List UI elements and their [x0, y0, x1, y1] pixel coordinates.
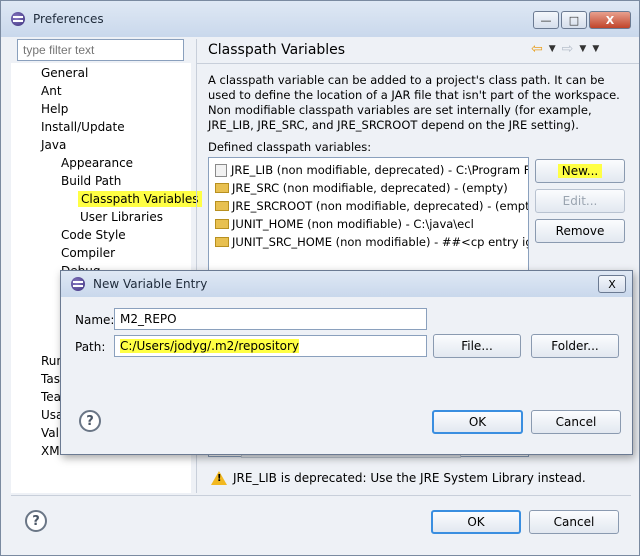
tree-item-java[interactable]: Java	[41, 138, 66, 152]
variable-label: JUNIT_SRC_HOME (non modifiable) - ##<cp …	[232, 235, 529, 249]
tree-item-compiler[interactable]: Compiler	[61, 246, 115, 260]
tree-item-team[interactable]: Tea	[41, 390, 61, 404]
defined-variables-label: Defined classpath variables:	[208, 140, 372, 154]
list-item[interactable]: JUNIT_SRC_HOME (non modifiable) - ##<cp …	[215, 233, 529, 251]
dialog-help-icon[interactable]: ?	[79, 410, 101, 432]
warning-icon: !	[211, 471, 227, 485]
tree-item-build-path[interactable]: Build Path	[61, 174, 121, 188]
page-title: Classpath Variables	[208, 42, 346, 58]
view-menu-icon[interactable]: ▼	[592, 44, 599, 54]
eclipse-icon	[71, 277, 85, 291]
warning-text: JRE_LIB is deprecated: Use the JRE Syste…	[233, 471, 586, 485]
deprecation-warning: ! JRE_LIB is deprecated: Use the JRE Sys…	[211, 471, 586, 485]
folder-icon	[215, 201, 229, 211]
dialog-cancel-button[interactable]: Cancel	[531, 410, 621, 434]
list-item[interactable]: JRE_LIB (non modifiable, deprecated) - C…	[215, 161, 529, 179]
tree-item-user-libraries[interactable]: User Libraries	[80, 210, 163, 224]
tree-item-install-update[interactable]: Install/Update	[41, 120, 125, 134]
page-navigation: ⇦ ▼ ⇨ ▼ ▼	[531, 41, 599, 57]
variable-label: JRE_SRC (non modifiable, deprecated) - (…	[232, 181, 508, 195]
window-controls: — □ X	[533, 11, 631, 29]
name-field[interactable]: M2_REPO	[114, 308, 427, 330]
cancel-button[interactable]: Cancel	[529, 510, 619, 534]
tree-item-ant[interactable]: Ant	[41, 84, 62, 98]
close-button[interactable]: X	[589, 11, 631, 29]
tree-item-code-style[interactable]: Code Style	[61, 228, 126, 242]
variable-label: JRE_LIB (non modifiable, deprecated) - C…	[231, 163, 529, 177]
footer-divider	[11, 495, 631, 496]
window-title: Preferences	[33, 12, 104, 26]
file-button[interactable]: File...	[433, 334, 521, 358]
dialog-title: New Variable Entry	[93, 277, 208, 291]
minimize-button[interactable]: —	[533, 11, 559, 29]
dialog-ok-button[interactable]: OK	[432, 410, 523, 434]
tree-item-help[interactable]: Help	[41, 102, 68, 116]
variable-label: JRE_SRCROOT (non modifiable, deprecated)…	[232, 199, 529, 213]
tree-item-appearance[interactable]: Appearance	[61, 156, 133, 170]
page-description: A classpath variable can be added to a p…	[208, 73, 620, 132]
ok-button[interactable]: OK	[431, 510, 521, 534]
tree-item-general[interactable]: General	[41, 66, 88, 80]
eclipse-icon	[11, 12, 25, 26]
variable-label: JUNIT_HOME (non modifiable) - C:\java\ec…	[232, 217, 474, 231]
folder-icon	[215, 219, 229, 229]
edit-variable-button[interactable]: Edit...	[535, 189, 625, 213]
maximize-button[interactable]: □	[561, 11, 587, 29]
folder-icon	[215, 183, 229, 193]
list-item[interactable]: JRE_SRC (non modifiable, deprecated) - (…	[215, 179, 508, 197]
path-field[interactable]: C:/Users/jodyg/.m2/repository	[114, 335, 427, 357]
tree-item-classpath-variables[interactable]: Classpath Variables	[78, 191, 202, 207]
folder-button[interactable]: Folder...	[531, 334, 619, 358]
chevron-down-icon[interactable]: ▼	[549, 44, 556, 54]
new-variable-dialog: New Variable Entry X Name: M2_REPO Path:…	[60, 270, 633, 455]
title-divider	[197, 63, 639, 64]
path-value: C:/Users/jodyg/.m2/repository	[120, 339, 300, 353]
new-variable-button[interactable]: New...	[535, 159, 625, 183]
list-item[interactable]: JRE_SRCROOT (non modifiable, deprecated)…	[215, 197, 529, 215]
folder-icon	[215, 237, 229, 247]
title-bar[interactable]: Preferences — □ X	[1, 1, 639, 37]
dialog-title-bar[interactable]: New Variable Entry X	[61, 271, 632, 297]
filter-input[interactable]	[17, 39, 184, 61]
remove-variable-button[interactable]: Remove	[535, 219, 625, 243]
dialog-close-button[interactable]: X	[598, 275, 626, 293]
path-label: Path:	[75, 340, 106, 354]
name-label: Name:	[75, 313, 115, 327]
forward-arrow-icon[interactable]: ⇨	[562, 41, 574, 57]
list-item[interactable]: JUNIT_HOME (non modifiable) - C:\java\ec…	[215, 215, 474, 233]
help-icon[interactable]: ?	[25, 510, 47, 532]
jar-icon	[215, 163, 227, 177]
chevron-down-icon[interactable]: ▼	[579, 44, 586, 54]
back-arrow-icon[interactable]: ⇦	[531, 41, 543, 57]
new-button-label: New...	[557, 164, 603, 178]
